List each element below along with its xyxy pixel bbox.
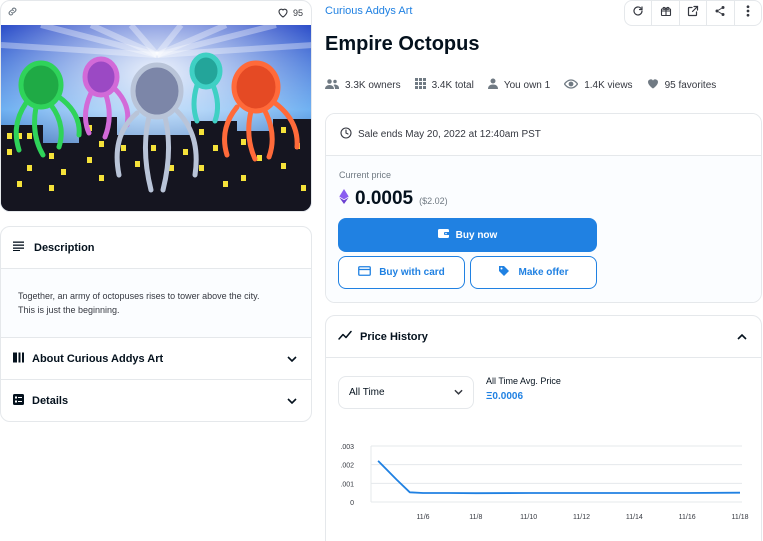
buy-with-card-button[interactable]: Buy with card	[338, 256, 465, 289]
buy-with-card-label: Buy with card	[379, 267, 445, 278]
avg-price-label: All Time Avg. Price	[486, 376, 561, 386]
favorite-count: 95	[292, 8, 303, 18]
person-icon	[487, 78, 498, 92]
avg-price-value: Ξ0.0006	[486, 391, 524, 402]
text-lines-icon	[13, 241, 24, 254]
trend-line-icon	[338, 330, 352, 343]
sale-end-header: Sale ends May 20, 2022 at 12:40am PST	[326, 114, 761, 156]
chevron-down-icon	[287, 395, 297, 407]
about-collection-label: About Curious Addys Art	[32, 352, 164, 365]
x-tick-label: 11/8	[469, 514, 482, 521]
clock-icon	[340, 127, 352, 142]
share-icon	[714, 4, 726, 22]
description-text-line2: This is just the beginning.	[18, 305, 120, 315]
credit-card-icon	[358, 266, 372, 279]
heart-filled-icon	[647, 78, 659, 92]
details-label: Details	[32, 395, 69, 407]
ethereum-icon	[339, 189, 349, 209]
description-text-line1: Together, an army of octopuses rises to …	[18, 291, 260, 301]
artwork-card-header: 95	[1, 1, 311, 25]
y-tick-label: .001	[340, 481, 354, 488]
open-external-button[interactable]	[680, 1, 708, 25]
chevron-down-icon	[454, 387, 463, 398]
price-history-panel: Price History All Time All Time Avg. Pri…	[325, 315, 762, 541]
grid-icon	[414, 78, 426, 92]
owners-stat[interactable]: 3.3K owners	[325, 78, 401, 92]
more-vertical-icon	[746, 4, 750, 22]
y-tick-label: .002	[340, 463, 354, 470]
favorites-count: 95 favorites	[664, 79, 717, 91]
description-panel: Description Together, an army of octopus…	[0, 226, 312, 422]
people-icon	[325, 78, 339, 92]
total-stat: 3.4K total	[414, 78, 474, 92]
details-list-icon	[13, 394, 24, 408]
buy-now-label: Buy now	[455, 229, 498, 241]
x-tick-label: 11/18	[732, 514, 749, 521]
you-own-count: You own 1	[503, 79, 551, 91]
transfer-button[interactable]	[652, 1, 680, 25]
more-options-button[interactable]	[735, 1, 761, 25]
favorite-button[interactable]: 95	[277, 7, 303, 20]
price-history-header[interactable]: Price History	[326, 316, 761, 358]
refresh-button[interactable]	[625, 1, 653, 25]
collection-info-icon	[13, 352, 24, 366]
y-tick-label: 0	[350, 500, 354, 507]
x-tick-label: 11/14	[626, 514, 643, 521]
refresh-icon	[632, 4, 644, 22]
time-range-select[interactable]: All Time	[338, 376, 474, 409]
owners-count: 3.3K owners	[345, 79, 401, 91]
views-stat: 1.4K views	[563, 78, 633, 92]
x-tick-label: 11/6	[416, 514, 429, 521]
price-line-series	[377, 460, 741, 495]
x-tick-label: 11/10	[520, 514, 537, 521]
current-price: 0.0005 ($2.02)	[339, 188, 448, 210]
price-history-chart: .003 .002 .001 0 11/6 11/8 11/10 11/12 11/14 11/1…	[340, 444, 749, 521]
eye-icon	[563, 78, 579, 92]
share-button[interactable]	[707, 1, 735, 25]
x-tick-label: 11/16	[679, 514, 696, 521]
wallet-icon	[437, 228, 450, 242]
tag-icon	[498, 265, 510, 280]
chevron-up-icon	[737, 331, 747, 343]
views-count: 1.4K views	[584, 79, 633, 91]
item-stats: 3.3K owners 3.4K total You own 1 1.4K vi…	[325, 78, 730, 92]
artwork-card: 95	[0, 0, 312, 212]
item-action-toolbar	[624, 0, 762, 26]
link-chain-icon[interactable]	[7, 4, 18, 22]
make-offer-label: Make offer	[518, 267, 569, 278]
chevron-down-icon	[287, 353, 297, 365]
total-count: 3.4K total	[431, 79, 474, 91]
you-own-stat: You own 1	[487, 78, 551, 92]
description-body: Together, an army of octopuses rises to …	[1, 269, 311, 338]
current-price-label: Current price	[339, 170, 392, 180]
price-history-heading: Price History	[360, 330, 428, 343]
artwork-image[interactable]	[1, 25, 312, 212]
sale-end-text: Sale ends May 20, 2022 at 12:40am PST	[358, 129, 541, 140]
gift-icon	[660, 4, 672, 22]
description-header[interactable]: Description	[1, 227, 311, 269]
time-range-value: All Time	[349, 387, 385, 398]
price-eth: 0.0005	[355, 188, 414, 209]
buy-now-button[interactable]: Buy now	[338, 218, 597, 252]
heart-icon	[277, 7, 289, 20]
make-offer-button[interactable]: Make offer	[470, 256, 597, 289]
y-tick-label: .003	[340, 444, 354, 451]
x-tick-label: 11/12	[573, 514, 590, 521]
external-link-icon	[687, 4, 699, 22]
about-collection-accordion[interactable]: About Curious Addys Art	[1, 338, 311, 380]
price-usd: ($2.02)	[419, 196, 448, 206]
collection-link[interactable]: Curious Addys Art	[325, 5, 412, 17]
details-accordion[interactable]: Details	[1, 380, 311, 421]
item-title: Empire Octopus	[325, 33, 480, 55]
description-heading: Description	[34, 241, 95, 254]
favorites-stat[interactable]: 95 favorites	[647, 78, 717, 92]
